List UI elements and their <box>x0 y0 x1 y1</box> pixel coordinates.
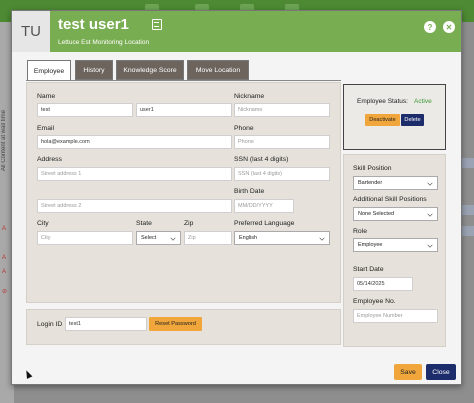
nickname-input[interactable]: Nickname <box>234 103 330 117</box>
name-label: Name <box>37 93 56 100</box>
tab-move-location[interactable]: Move Location <box>187 60 249 80</box>
start-date-input[interactable]: 05/14/2025 <box>353 277 413 291</box>
employee-number-input[interactable]: Employee Number <box>353 309 438 323</box>
background-row <box>460 205 474 215</box>
background-vertical-label: All Content at wall time <box>1 110 7 172</box>
first-name-input[interactable]: test <box>37 103 133 117</box>
chevron-down-icon <box>427 211 433 217</box>
close-button[interactable]: Close <box>426 364 456 380</box>
employee-modal: TU test user1 Lettuce Est Monitoring Loc… <box>11 10 462 385</box>
tab-employee[interactable]: Employee <box>27 60 71 81</box>
close-icon[interactable]: ✕ <box>443 21 455 33</box>
reset-password-button[interactable]: Reset Password <box>149 317 202 331</box>
background-row <box>460 226 474 236</box>
address-label: Address <box>37 156 62 163</box>
city-input[interactable]: City <box>37 231 133 245</box>
additional-skills-select[interactable]: None Selected <box>353 207 438 221</box>
phone-input[interactable]: Phone <box>234 135 330 149</box>
background-alert-a: A <box>2 269 7 275</box>
skill-position-select[interactable]: Bartender <box>353 176 438 190</box>
chevron-down-icon <box>319 235 325 241</box>
avatar: TU <box>12 11 50 52</box>
background-alert-a: A <box>2 255 7 261</box>
tab-knowledge-score[interactable]: Knowledge Score <box>116 60 184 80</box>
save-button[interactable]: Save <box>394 364 422 380</box>
employee-status-panel: Employee Status: Active Deactivate Delet… <box>343 84 446 150</box>
street-address-2-input[interactable]: Street address 2 <box>37 199 232 213</box>
start-date-label: Start Date <box>353 266 384 273</box>
tab-history[interactable]: History <box>75 60 113 80</box>
login-id-input[interactable]: test1 <box>65 317 147 331</box>
skill-position-label: Skill Position <box>353 165 392 172</box>
skill-position-value: Bartender <box>358 180 383 186</box>
additional-skills-label: Additional Skill Positions <box>353 196 427 203</box>
preferred-language-select[interactable]: English <box>234 231 330 245</box>
last-name-input[interactable]: user1 <box>136 103 232 117</box>
state-label: State <box>136 220 152 227</box>
tab-divider <box>26 80 341 81</box>
email-input[interactable]: hola@example.com <box>37 135 232 149</box>
language-select-value: English <box>239 235 258 241</box>
employee-name-title: test user1 <box>58 16 129 33</box>
preferred-language-label: Preferred Language <box>234 220 295 227</box>
additional-skills-value: None Selected <box>358 211 395 217</box>
modal-header: TU test user1 Lettuce Est Monitoring Loc… <box>12 11 461 52</box>
document-icon[interactable] <box>152 19 162 30</box>
background-row <box>460 158 474 168</box>
delete-button[interactable]: Delete <box>401 114 424 126</box>
state-select-value: Select <box>141 235 157 241</box>
background-alert-a: A <box>2 226 7 232</box>
employee-status-label: Employee Status: <box>357 98 408 105</box>
zip-input[interactable]: Zip <box>184 231 232 245</box>
ssn-label: SSN (last 4 digits) <box>234 156 289 163</box>
city-label: City <box>37 220 49 227</box>
chevron-down-icon <box>170 235 176 241</box>
ssn-input[interactable]: SSN (last 4 digits) <box>234 167 330 181</box>
state-select[interactable]: Select <box>136 231 181 245</box>
role-select[interactable]: Employee <box>353 238 438 252</box>
help-icon[interactable]: ? <box>424 21 436 33</box>
email-label: Email <box>37 125 54 132</box>
street-address-1-input[interactable]: Street address 1 <box>37 167 232 181</box>
zip-label: Zip <box>184 220 194 227</box>
employee-no-label: Employee No. <box>353 298 396 305</box>
employee-status-value: Active <box>414 98 432 105</box>
role-value: Employee <box>358 242 383 248</box>
phone-label: Phone <box>234 125 254 132</box>
chevron-down-icon <box>427 180 433 186</box>
login-id-label: Login ID <box>37 321 63 328</box>
background-blocked-icon: ⊘ <box>2 289 8 295</box>
deactivate-button[interactable]: Deactivate <box>365 114 400 126</box>
birth-date-label: Birth Date <box>234 188 265 195</box>
chevron-down-icon <box>427 242 433 248</box>
nickname-label: Nickname <box>234 93 265 100</box>
birth-date-input[interactable]: MM/DD/YYYY <box>234 199 294 213</box>
location-subtitle: Lettuce Est Monitoring Location <box>58 39 150 46</box>
role-label: Role <box>353 228 367 235</box>
